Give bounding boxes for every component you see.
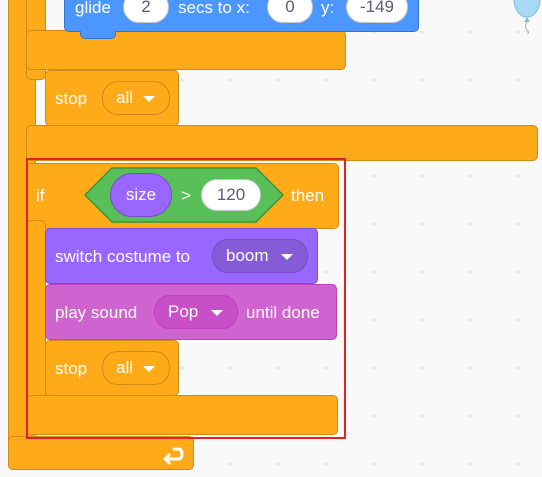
if-label: if [36,186,45,205]
inner-c-block-footer[interactable] [26,30,346,70]
balloon-icon [512,0,542,35]
size-reporter-label: size [125,185,157,204]
operator-label: > [181,186,191,205]
play-sound-block[interactable]: play sound Pop until done [45,284,337,340]
chevron-down-icon [143,96,155,102]
stop-inner-label: stop [55,359,88,378]
chevron-down-icon [211,310,223,316]
stop-top-label: stop [55,89,88,108]
glide-x-input[interactable]: 0 [267,0,313,23]
stop-inner-dropdown[interactable]: all [102,351,170,385]
chevron-down-icon [281,254,293,260]
size-reporter[interactable]: size [110,173,172,217]
if-block-footer[interactable] [26,395,338,435]
stop-block-inner[interactable]: stop all [45,340,179,396]
stop-top-dropdown[interactable]: all [102,81,170,115]
stop-block-top[interactable]: stop all [45,70,179,126]
switch-costume-block[interactable]: switch costume to boom [45,228,318,284]
chevron-down-icon [143,366,155,372]
glide-y-label: y: [321,0,335,17]
then-label: then [291,186,325,205]
glide-label: glide [75,0,111,17]
sound-dropdown[interactable]: Pop [154,295,238,329]
glide-secs-to-x-label: secs to x: [178,0,250,17]
switch-costume-label: switch costume to [55,247,191,266]
condition-value-input[interactable]: 120 [201,179,261,211]
glide-notch [80,31,116,39]
outer-c-footer-bar[interactable] [26,125,538,161]
glide-block[interactable]: glide 2 secs to x: 0 y: -149 [64,0,419,32]
glide-secs-input[interactable]: 2 [123,0,169,23]
loop-arrow-icon [162,441,186,465]
costume-dropdown[interactable]: boom [212,239,308,273]
play-sound-label: play sound [55,303,138,322]
if-block-arm[interactable] [26,220,46,410]
play-sound-suffix: until done [246,303,320,322]
glide-y-input[interactable]: -149 [346,0,408,23]
